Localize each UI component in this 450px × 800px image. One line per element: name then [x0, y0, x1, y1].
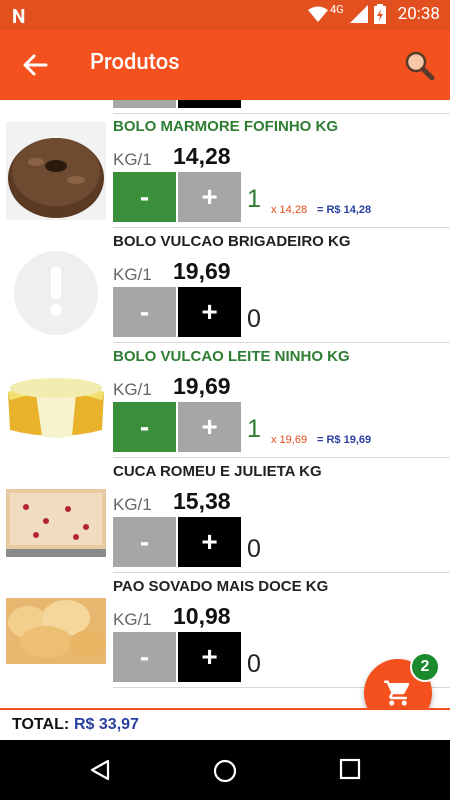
product-name: BOLO VULCAO BRIGADEIRO KG — [113, 233, 351, 250]
line-total: = R$ 14,28 — [317, 204, 372, 216]
unit-price-multiplier: x 14,28 — [271, 204, 308, 216]
product-price: 10,98 — [173, 603, 231, 629]
product-item[interactable]: BOLO MARMORE FOFINHO KG KG/1 14,28 - + 1… — [0, 113, 450, 228]
product-name: PAO SOVADO MAIS DOCE KG — [113, 578, 329, 595]
increase-button[interactable]: + — [178, 287, 241, 337]
nav-recents-icon[interactable] — [339, 758, 361, 780]
cart-count-badge: 2 — [410, 652, 440, 682]
increase-button[interactable]: + — [178, 402, 241, 452]
system-nav-bar — [0, 740, 450, 800]
total-label: TOTAL: — [12, 716, 70, 733]
page-title: Produtos — [90, 50, 180, 75]
product-image — [6, 467, 106, 565]
notification-n-icon: N — [12, 5, 26, 28]
total-value: R$ 33,97 — [74, 716, 139, 733]
product-unit: KG/1 — [113, 150, 152, 169]
product-unit: KG/1 — [113, 610, 152, 629]
product-price: 19,69 — [173, 373, 231, 399]
network-type: 4G — [329, 2, 344, 16]
product-image — [6, 582, 106, 680]
battery-charging-icon — [373, 4, 386, 24]
product-unit: KG/1 — [113, 380, 152, 399]
line-total: = R$ 19,69 — [317, 434, 372, 446]
product-price: 14,28 — [173, 143, 231, 169]
product-price: 15,38 — [173, 488, 231, 514]
quantity: 1 — [247, 185, 261, 213]
decrease-button[interactable]: - — [113, 287, 176, 337]
quantity: 1 — [247, 415, 261, 443]
shopping-cart-icon — [384, 680, 410, 706]
product-unit: KG/1 — [113, 495, 152, 514]
nav-back-icon[interactable] — [88, 758, 112, 782]
status-bar: N 4G 20:38 — [0, 0, 450, 30]
product-unit: KG/1 — [113, 265, 152, 284]
product-item[interactable]: BOLO VULCAO BRIGADEIRO KG KG/1 19,69 - +… — [0, 228, 450, 343]
decrease-button[interactable]: - — [113, 632, 176, 682]
quantity: 0 — [247, 305, 261, 333]
product-image — [6, 352, 106, 450]
quantity: 0 — [247, 650, 261, 678]
decrease-button[interactable]: - — [113, 517, 176, 567]
increase-button[interactable]: + — [178, 517, 241, 567]
signal-icon — [349, 5, 368, 23]
clock: 20:38 — [397, 4, 440, 24]
search-icon[interactable] — [403, 49, 435, 81]
back-arrow-icon[interactable] — [22, 52, 48, 78]
previous-item-buttons-stub — [113, 100, 241, 112]
unit-price-multiplier: x 19,69 — [271, 434, 308, 446]
decrease-button[interactable]: - — [113, 402, 176, 452]
product-price: 19,69 — [173, 258, 231, 284]
product-name: BOLO VULCAO LEITE NINHO KG — [113, 348, 350, 365]
product-name: BOLO MARMORE FOFINHO KG — [113, 118, 338, 135]
no-image-placeholder — [6, 237, 106, 335]
total-bar: TOTAL: R$ 33,97 — [0, 708, 450, 740]
nav-home-icon[interactable] — [212, 758, 238, 784]
product-name: CUCA ROMEU E JULIETA KG — [113, 463, 322, 480]
product-item[interactable]: CUCA ROMEU E JULIETA KG KG/1 15,38 - + 0 — [0, 458, 450, 573]
product-item[interactable]: BOLO VULCAO LEITE NINHO KG KG/1 19,69 - … — [0, 343, 450, 458]
wifi-icon — [307, 6, 328, 22]
product-image — [6, 122, 106, 220]
increase-button[interactable]: + — [178, 172, 241, 222]
product-list[interactable]: BOLO MARMORE FOFINHO KG KG/1 14,28 - + 1… — [0, 100, 450, 708]
decrease-button[interactable]: - — [113, 172, 176, 222]
app-bar: Produtos — [0, 30, 450, 100]
quantity: 0 — [247, 535, 261, 563]
increase-button[interactable]: + — [178, 632, 241, 682]
